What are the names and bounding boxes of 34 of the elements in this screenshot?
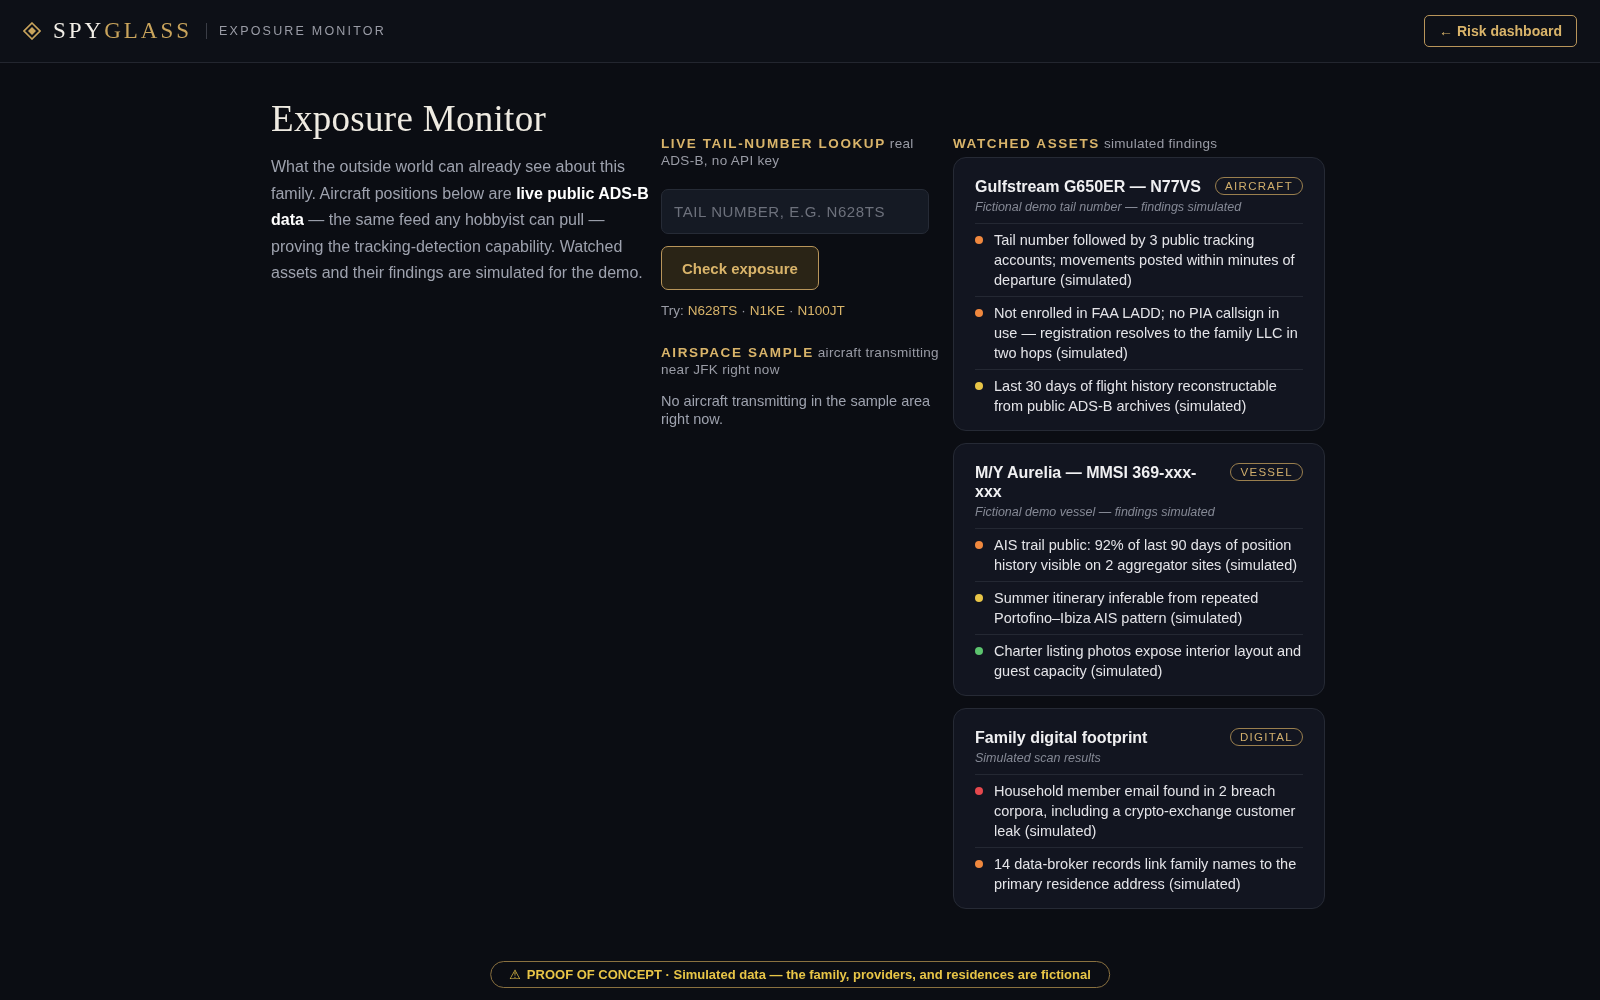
airspace-heading: AIRSPACE SAMPLE aircraft transmitting near JFK right now [661, 344, 940, 378]
finding-text: Household member email found in 2 breach corpora, including a crypto-exchange customer leak (simulated) [994, 782, 1297, 841]
separator: · [789, 303, 794, 318]
page-title: Exposure Monitor [271, 97, 548, 140]
separator: · [741, 303, 746, 318]
example-link[interactable]: N628TS [687, 303, 738, 318]
lookup-heading: LIVE TAIL-NUMBER LOOKUP real ADS-B, no API key [661, 135, 915, 169]
warning-icon: ⚠ [509, 967, 521, 982]
check-exposure-button[interactable]: Check exposure [661, 246, 819, 290]
finding-text: Summer itinerary inferable from repeated Portofino–Ibiza AIS pattern (simulated) [994, 589, 1260, 628]
asset-subtitle: Fictional demo vessel — findings simulated [975, 505, 1216, 519]
banner-text: PROOF OF CONCEPT · Simulated data — the family, providers, and residences are fictional [526, 967, 1091, 982]
finding-text: Last 30 days of flight history reconstructable from public ADS-B archives (simulated) [994, 377, 1278, 416]
finding-text: Not enrolled in FAA LADD; no PIA callsign in use — registration resolves to the family LLC in two hops (simulated) [994, 304, 1299, 363]
finding-text: Charter listing photos expose interior layout and guest capacity (simulated) [994, 642, 1303, 681]
brand-logo: SPYGLASS [53, 18, 193, 44]
asset-subtitle: Simulated scan results [975, 751, 1102, 765]
tail-number-input[interactable]: TAIL NUMBER, E.G. N628TS [661, 189, 929, 234]
try-label: Try: [661, 303, 684, 318]
finding-text: AIS trail public: 92% of last 90 days of position history visible on 2 aggregator sites (simulated) [994, 536, 1299, 575]
finding-text: Tail number followed by 3 public tracking accounts; movements posted within minutes of departure (simulated) [994, 231, 1296, 290]
asset-title: M/Y Aurelia — MMSI 369-xxx-xxx [975, 463, 1198, 501]
finding-text: 14 data-broker records link family names to the primary residence address (simulated) [994, 855, 1298, 894]
section-title: EXPOSURE MONITOR [219, 24, 386, 38]
risk-dashboard-button[interactable]: ← Risk dashboard [1424, 15, 1577, 47]
watched-heading: WATCHED ASSETS simulated findings [953, 135, 1219, 152]
intro-paragraph: What the outside world can already see about this family. Aircraft positions below are live public ADS-B data — the same feed any hobbyist can pull — proving the tracking-detection capability. Watched assets and their findings are simulated for the demo. [271, 157, 650, 283]
example-link[interactable]: N100JT [797, 303, 845, 318]
asset-subtitle: Fictional demo tail number — findings simulated [975, 200, 1243, 214]
example-link[interactable]: N1KE [749, 303, 786, 318]
diamond-logo-icon [23, 22, 41, 40]
asset-title: Gulfstream G650ER — N77VS [975, 177, 1201, 196]
empty-message: No aircraft transmitting in the sample area right now. [661, 392, 932, 428]
asset-title: Family digital footprint [975, 728, 1148, 747]
